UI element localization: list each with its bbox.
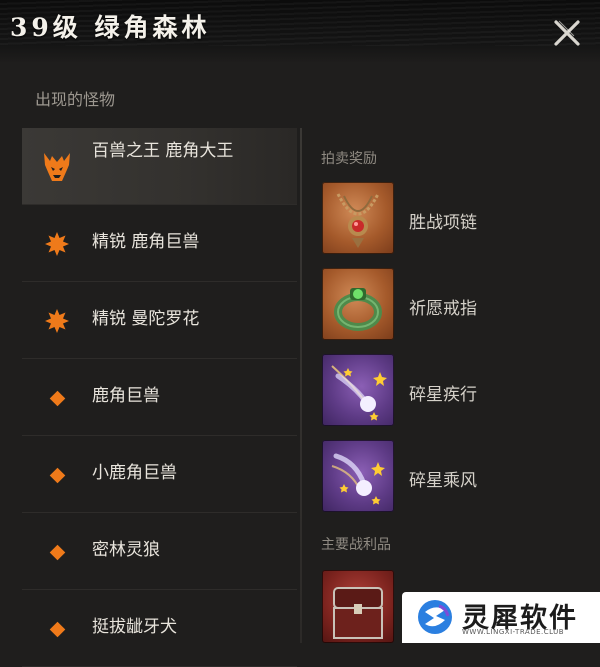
normal-diamond-icon (40, 381, 74, 415)
monster-item-normal[interactable]: 鹿角巨兽 (22, 359, 297, 436)
normal-diamond-icon (40, 535, 74, 569)
reward-name: 祈愿戒指 (409, 299, 477, 319)
monster-item-boss[interactable]: 百兽之王 鹿角大王 (22, 128, 297, 205)
page-title: 39级 绿角森林 (10, 13, 211, 42)
close-icon (554, 20, 580, 46)
shooting-star-icon (322, 440, 394, 512)
boss-demon-icon (40, 150, 74, 184)
elite-burst-icon (40, 227, 74, 261)
reward-name: 碎星乘风 (409, 471, 477, 491)
chest-icon (322, 570, 394, 643)
reward-name: 胜战项链 (409, 213, 477, 233)
reward-item[interactable]: 碎星疾行 (322, 354, 582, 430)
monster-item-normal[interactable]: 密林灵狼 (22, 513, 297, 590)
monster-item-elite[interactable]: 精锐 鹿角巨兽 (22, 205, 297, 282)
monster-item-normal[interactable]: 挺拔龇牙犬 (22, 590, 297, 667)
title-bar: 39级 绿角森林 (0, 0, 600, 62)
normal-diamond-icon (40, 458, 74, 492)
loot-section-label: 主要战利品 (321, 537, 391, 553)
monsters-section-label: 出现的怪物 (35, 90, 116, 109)
shooting-star-icon (322, 354, 394, 426)
reward-item[interactable]: 祈愿戒指 (322, 268, 582, 344)
elite-burst-icon (40, 304, 74, 338)
reward-item[interactable]: 碎星乘风 (322, 440, 582, 516)
monster-name: 鹿角巨兽 (92, 386, 160, 406)
watermark-logo-icon (418, 600, 452, 634)
ring-icon (322, 268, 394, 340)
reward-name: 碎星疾行 (409, 385, 477, 405)
monster-list: 百兽之王 鹿角大王 精锐 鹿角巨兽 精锐 曼陀罗花 鹿角巨兽 小鹿角巨兽 密林灵… (22, 128, 297, 667)
watermark-url: WWW.LINGXI-TRADE.CLUB (462, 628, 565, 636)
site-watermark: 灵犀软件 WWW.LINGXI-TRADE.CLUB (402, 592, 600, 643)
monster-name: 精锐 鹿角巨兽 (92, 232, 200, 252)
monster-name: 百兽之王 鹿角大王 (92, 141, 234, 161)
auction-section-label: 拍卖奖励 (321, 151, 377, 167)
reward-item[interactable]: 胜战项链 (322, 182, 582, 258)
monster-item-elite[interactable]: 精锐 曼陀罗花 (22, 282, 297, 359)
close-button[interactable] (550, 16, 584, 50)
necklace-icon (322, 182, 394, 254)
monster-name: 精锐 曼陀罗花 (92, 309, 200, 329)
monster-item-normal[interactable]: 小鹿角巨兽 (22, 436, 297, 513)
monster-name: 密林灵狼 (92, 540, 160, 560)
monster-name: 挺拔龇牙犬 (92, 617, 177, 637)
normal-diamond-icon (40, 612, 74, 646)
monster-name: 小鹿角巨兽 (92, 463, 177, 483)
column-divider (300, 128, 302, 643)
